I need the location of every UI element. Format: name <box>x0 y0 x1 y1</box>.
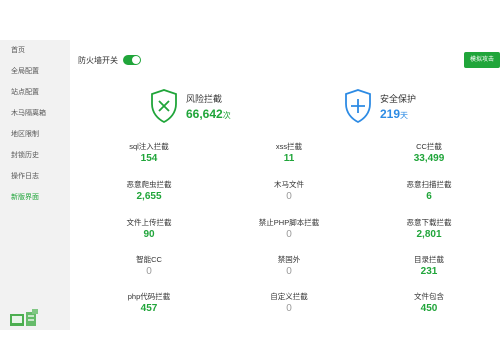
stat-value: 154 <box>140 153 158 164</box>
safe-protection-summary: 安全保护 219天 <box>344 86 416 126</box>
stat-item: 文件包含 450 <box>369 291 489 316</box>
firewall-switch-row: 防火墙开关 <box>78 53 141 67</box>
shield-plus-icon <box>345 89 371 123</box>
sidebar: 首页 全局配置 站点配置 木马隔离箱 地区限制 封锁历史 操作日志 新版界面 <box>0 40 70 330</box>
stat-value: 2,655 <box>136 191 162 202</box>
stat-label: php代码拦截 <box>127 292 171 301</box>
sidebar-item-new-ui[interactable]: 新版界面 <box>0 187 70 208</box>
stat-value: 457 <box>140 303 158 314</box>
stat-value: 0 <box>286 191 292 202</box>
sidebar-item-block-history[interactable]: 封锁历史 <box>0 145 70 166</box>
stat-value: 11 <box>283 153 295 164</box>
stat-item: 恶意下载拦截 2,801 <box>369 217 489 242</box>
stat-value: 0 <box>146 266 152 277</box>
stat-value: 450 <box>420 303 438 314</box>
safe-protection-value: 219天 <box>380 106 409 121</box>
stat-label: 智能CC <box>136 255 162 264</box>
stat-item: 智能CC 0 <box>89 254 209 279</box>
stat-label: CC拦截 <box>416 142 442 151</box>
stat-item: 文件上传拦截 90 <box>89 217 209 242</box>
firewall-switch-label: 防火墙开关 <box>78 55 118 65</box>
stat-item: 禁止PHP脚本拦截 0 <box>229 217 349 242</box>
stat-value: 0 <box>286 229 292 240</box>
stat-label: 文件上传拦截 <box>126 218 172 227</box>
simulate-attack-button[interactable]: 模拟攻击 <box>463 52 500 68</box>
sidebar-item-home[interactable]: 首页 <box>0 40 70 61</box>
stat-label: 禁止PHP脚本拦截 <box>258 218 320 227</box>
stat-item: xss拦截 11 <box>229 141 349 166</box>
stat-label: 恶意下载拦截 <box>406 218 452 227</box>
stat-label: 目录拦截 <box>414 255 444 264</box>
risk-intercept-value: 66,642次 <box>186 106 231 121</box>
stat-value: 90 <box>143 229 155 240</box>
stat-value: 0 <box>286 266 292 277</box>
stat-item: 恶意爬虫拦截 2,655 <box>89 179 209 204</box>
stat-label: 文件包含 <box>414 292 444 301</box>
stat-item: php代码拦截 457 <box>89 291 209 316</box>
stat-label: xss拦截 <box>275 142 303 151</box>
stat-label: 自定义拦截 <box>270 292 308 301</box>
main-panel: 防火墙开关 模拟攻击 风险拦截 66,642次 安全保护 219天 sql注入拦… <box>72 40 500 330</box>
stat-value: 6 <box>426 191 432 202</box>
stat-item: CC拦截 33,499 <box>369 141 489 166</box>
stat-label: 木马文件 <box>274 180 304 189</box>
stat-label: 禁国外 <box>277 255 301 264</box>
stat-value: 0 <box>286 303 292 314</box>
risk-intercept-label: 风险拦截 <box>186 93 223 104</box>
stat-item: 目录拦截 231 <box>369 254 489 279</box>
sidebar-item-operation-log[interactable]: 操作日志 <box>0 166 70 187</box>
stat-label: 恶意爬虫拦截 <box>126 180 172 189</box>
stat-value: 231 <box>420 266 438 277</box>
stat-item: 木马文件 0 <box>229 179 349 204</box>
stat-item: 自定义拦截 0 <box>229 291 349 316</box>
stat-item: sql注入拦截 154 <box>89 141 209 166</box>
stat-label: 恶意扫描拦截 <box>406 180 452 189</box>
sidebar-item-region-limit[interactable]: 地区限制 <box>0 124 70 145</box>
shield-check-icon <box>151 89 177 123</box>
toggle-knob <box>132 56 140 64</box>
firewall-toggle[interactable] <box>123 55 141 65</box>
risk-intercept-summary: 风险拦截 66,642次 <box>150 86 231 126</box>
sidebar-item-trojan-quarantine[interactable]: 木马隔离箱 <box>0 103 70 124</box>
sidebar-item-global-config[interactable]: 全局配置 <box>0 61 70 82</box>
stat-value: 33,499 <box>413 153 445 164</box>
sidebar-item-site-config[interactable]: 站点配置 <box>0 82 70 103</box>
promo-illustration-icon <box>10 309 38 326</box>
stat-label: sql注入拦截 <box>129 142 169 151</box>
stat-item: 恶意扫描拦截 6 <box>369 179 489 204</box>
safe-protection-label: 安全保护 <box>380 93 417 104</box>
stat-item: 禁国外 0 <box>229 254 349 279</box>
stat-value: 2,801 <box>416 229 442 240</box>
